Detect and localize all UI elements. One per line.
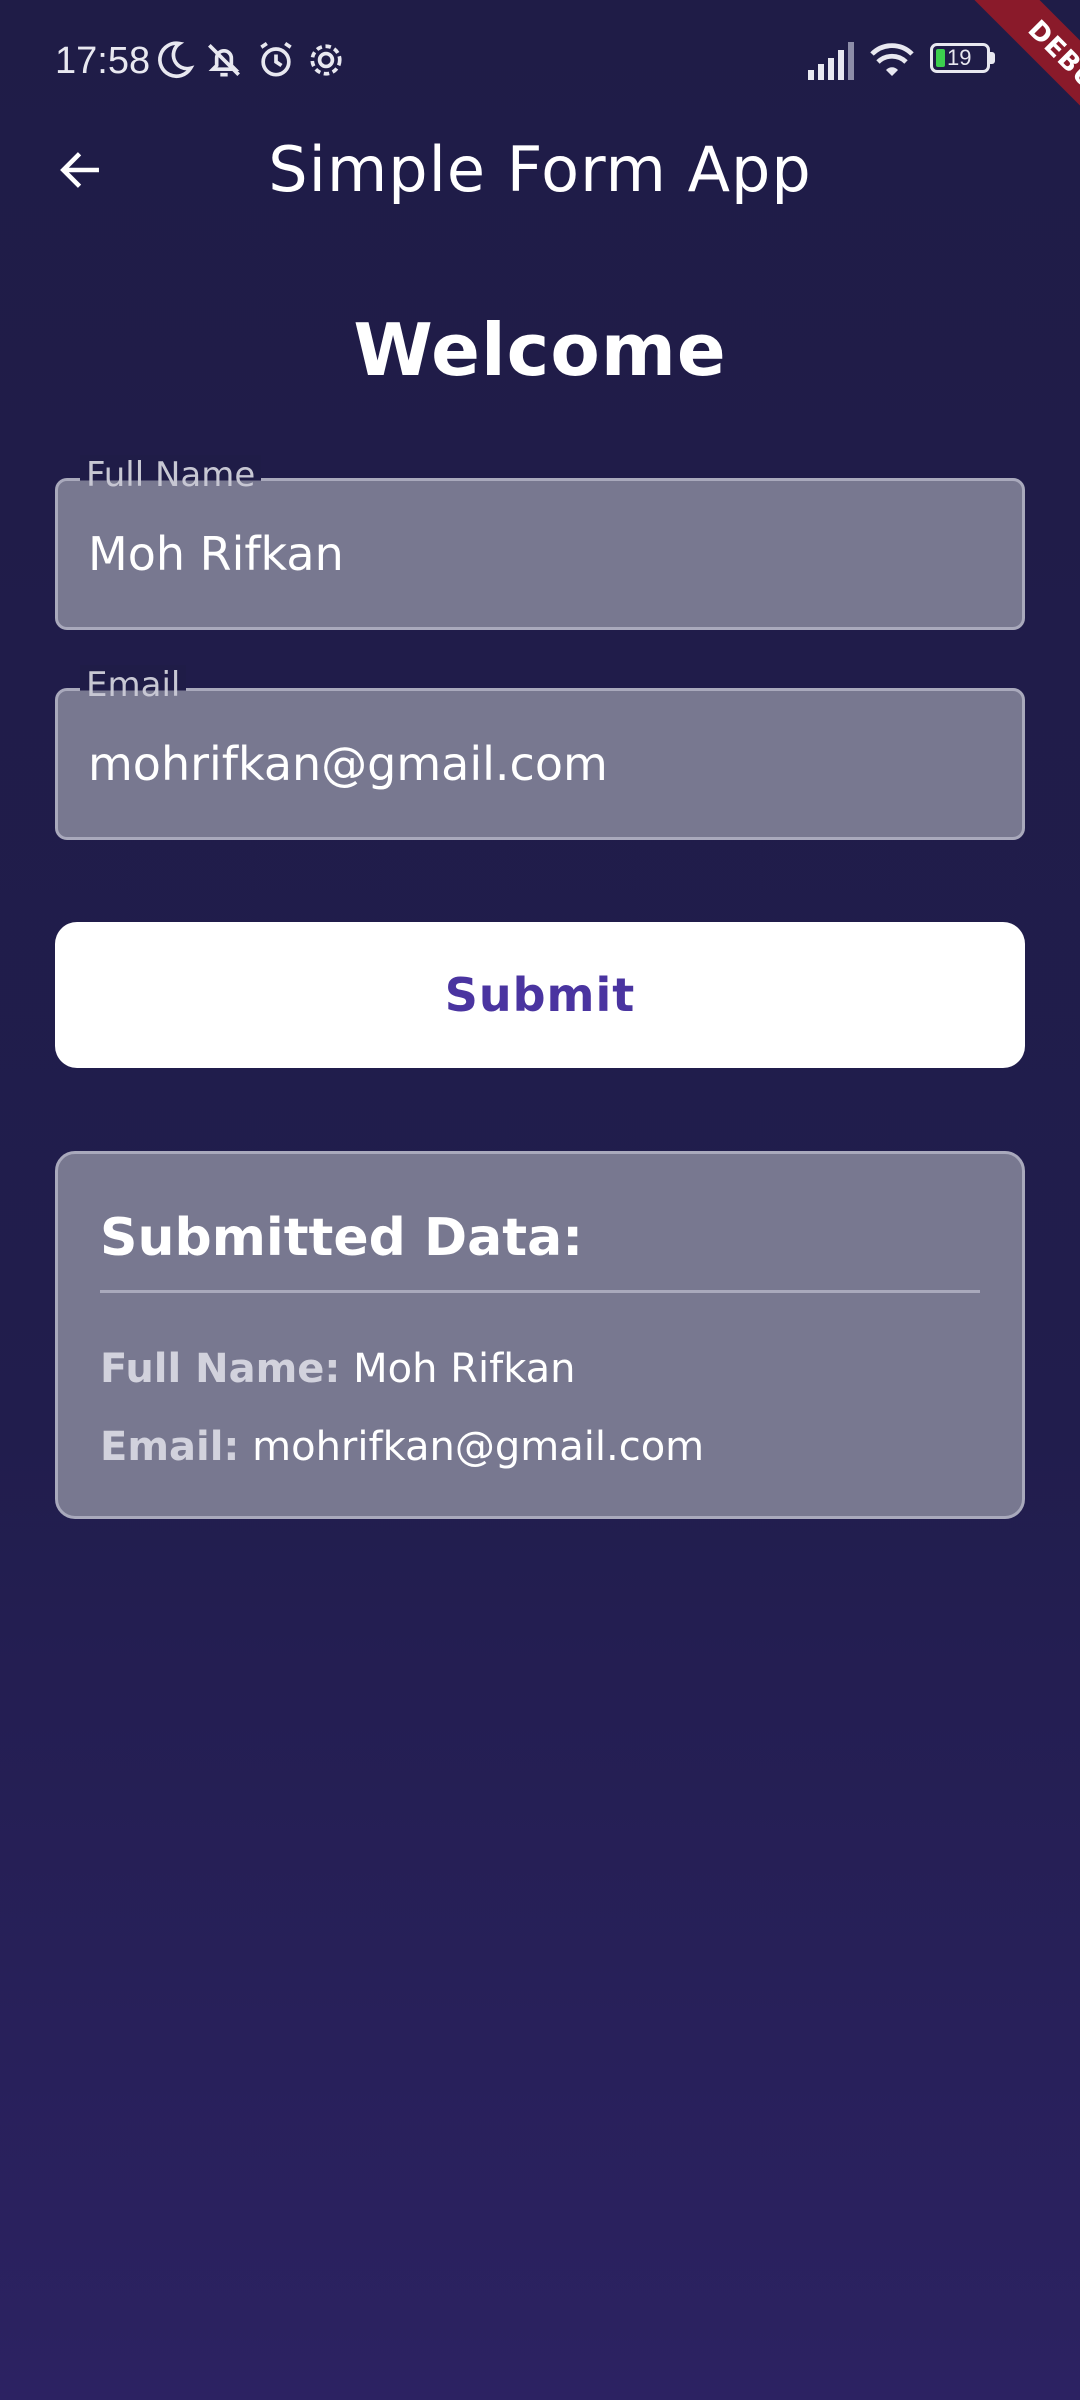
welcome-heading: Welcome	[353, 308, 727, 392]
submitted-email-key: Email:	[100, 1424, 240, 1470]
submitted-data-card: Submitted Data: Full Name: Moh Rifkan Em…	[55, 1151, 1025, 1519]
submitted-email-row: Email: mohrifkan@gmail.com	[100, 1422, 704, 1472]
submitted-email-value: mohrifkan@gmail.com	[252, 1424, 705, 1470]
full-name-field[interactable]: Full Name Moh Rifkan	[55, 455, 1025, 630]
submitted-full-name-value: Moh Rifkan	[353, 1346, 576, 1392]
submitted-full-name-row: Full Name: Moh Rifkan	[100, 1344, 576, 1394]
submitted-full-name-key: Full Name:	[100, 1346, 341, 1392]
settings-gear-icon	[304, 38, 348, 82]
bell-off-icon	[202, 38, 246, 82]
status-time: 17:58	[55, 40, 151, 82]
moon-icon	[152, 38, 196, 82]
full-name-value[interactable]: Moh Rifkan	[88, 481, 344, 627]
email-value[interactable]: mohrifkan@gmail.com	[88, 691, 608, 837]
email-field[interactable]: Email mohrifkan@gmail.com	[55, 665, 1025, 840]
app-title: Simple Form App	[268, 133, 812, 206]
signal-icon	[806, 38, 858, 82]
submitted-data-title: Submitted Data:	[100, 1208, 584, 1268]
divider	[100, 1290, 980, 1293]
submit-button[interactable]: Submit	[55, 922, 1025, 1068]
alarm-icon	[254, 38, 298, 82]
